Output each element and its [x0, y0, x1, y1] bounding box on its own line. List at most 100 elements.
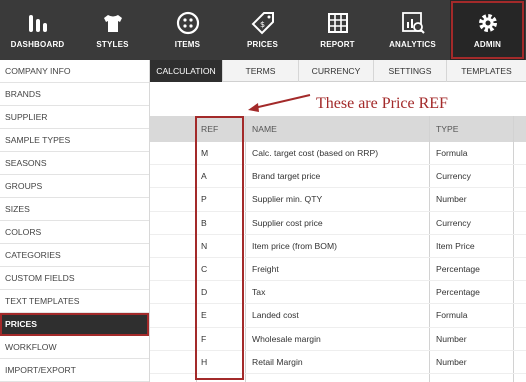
row-type: Number	[429, 188, 513, 211]
table-header: REF NAME TYPE	[150, 116, 526, 142]
tab-terms[interactable]: TERMS	[223, 60, 299, 82]
row-spacer	[150, 351, 196, 373]
table-row[interactable]: F Wholesale margin Number	[150, 327, 526, 351]
table-row[interactable]: N Item price (from BOM) Item Price	[150, 234, 526, 258]
tab-currency[interactable]: CURRENCY	[299, 60, 374, 82]
tab-templates[interactable]: TEMPLATES	[447, 60, 526, 82]
row-extra	[513, 142, 526, 165]
row-spacer	[150, 281, 196, 303]
nav-label: REPORT	[320, 40, 355, 49]
row-name: Item price (from BOM)	[245, 234, 429, 257]
row-spacer	[150, 304, 196, 326]
sidebar-item-categories[interactable]: CATEGORIES	[0, 244, 149, 267]
row-extra	[513, 234, 526, 257]
gear-icon	[478, 14, 497, 32]
bar-chart-icon	[28, 15, 47, 32]
tab-settings[interactable]: SETTINGS	[374, 60, 447, 82]
row-name: Tax	[245, 281, 429, 304]
row-extra	[513, 211, 526, 234]
nav-label: ITEMS	[174, 40, 201, 49]
nav-items[interactable]: ITEMS	[150, 0, 225, 60]
table-body: M Calc. target cost (based on RRP) Formula…	[150, 142, 526, 382]
sidebar-item-colors[interactable]: COLORS	[0, 221, 149, 244]
row-spacer	[150, 142, 196, 164]
row-spacer	[150, 235, 196, 257]
row-type: Percentage	[429, 281, 513, 304]
table-row[interactable]: P Supplier min. QTY Number	[150, 188, 526, 212]
row-spacer	[150, 165, 196, 187]
sidebar-item-seasons[interactable]: SEASONS	[0, 152, 149, 175]
table-row[interactable]: E Landed cost Formula	[150, 304, 526, 328]
nav-label: STYLES	[96, 40, 129, 49]
sidebar-item-company-info[interactable]: COMPANY INFO	[0, 60, 149, 83]
row-ref: G	[196, 373, 245, 382]
row-extra	[513, 188, 526, 211]
row-type: Number	[429, 327, 513, 350]
row-spacer	[150, 212, 196, 234]
nav-analytics[interactable]: ANALYTICS	[375, 0, 450, 60]
row-name: Calc. retail sale price	[245, 373, 429, 382]
price-tag-icon: $	[251, 12, 274, 35]
row-extra	[513, 257, 526, 281]
row-spacer	[150, 328, 196, 350]
row-name: Supplier cost price	[245, 211, 429, 234]
table-row[interactable]: H Retail Margin Number	[150, 350, 526, 374]
sidebar-item-workflow[interactable]: WORKFLOW	[0, 336, 149, 359]
nav-label: DASHBOARD	[10, 40, 65, 49]
sidebar-item-groups[interactable]: GROUPS	[0, 175, 149, 198]
button-icon	[176, 11, 199, 35]
row-spacer	[150, 258, 196, 280]
row-ref: C	[196, 257, 245, 281]
sidebar-item-import-export[interactable]: IMPORT/EXPORT	[0, 359, 149, 382]
table-row[interactable]: GCalc. retail sale priceFormula	[150, 373, 526, 382]
analytics-icon	[401, 12, 425, 34]
nav-prices[interactable]: $ PRICES	[225, 0, 300, 60]
row-extra	[513, 281, 526, 304]
table-row[interactable]: D Tax Percentage	[150, 281, 526, 305]
sidebar-item-sample-types[interactable]: SAMPLE TYPES	[0, 129, 149, 152]
row-ref: B	[196, 211, 245, 234]
row-name: Retail Margin	[245, 350, 429, 373]
sidebar-item-custom-fields[interactable]: CUSTOM FIELDS	[0, 267, 149, 290]
table-row[interactable]: M Calc. target cost (based on RRP) Formula	[150, 142, 526, 166]
table-row[interactable]: C Freight Percentage	[150, 257, 526, 282]
row-name: Calc. target cost (based on RRP)	[245, 142, 429, 165]
row-extra	[513, 304, 526, 327]
annotation-text: These are Price REF	[316, 95, 448, 112]
sidebar-item-supplier[interactable]: SUPPLIER	[0, 106, 149, 129]
row-name: Wholesale margin	[245, 327, 429, 350]
nav-styles[interactable]: STYLES	[75, 0, 150, 60]
table-icon	[327, 13, 348, 33]
row-type: Formula	[429, 304, 513, 327]
tab-calculation[interactable]: CALCULATION	[150, 60, 223, 82]
row-name: Landed cost	[245, 304, 429, 327]
row-ref: P	[196, 188, 245, 211]
row-spacer	[150, 374, 196, 382]
table-row[interactable]: B Supplier cost price Currency	[150, 211, 526, 235]
sidebar-item-brands[interactable]: BRANDS	[0, 83, 149, 106]
row-extra	[513, 327, 526, 350]
row-type: Percentage	[429, 257, 513, 281]
nav-dashboard[interactable]: DASHBOARD	[0, 0, 75, 60]
row-ref: N	[196, 234, 245, 257]
row-name: Freight	[245, 257, 429, 281]
nav-admin[interactable]: ADMIN	[450, 0, 525, 60]
row-ref: E	[196, 304, 245, 327]
header-name[interactable]: NAME	[245, 116, 429, 142]
header-type[interactable]: TYPE	[429, 116, 513, 142]
row-ref: F	[196, 327, 245, 350]
row-name: Brand target price	[245, 165, 429, 188]
sidebar-item-prices[interactable]: PRICES	[0, 313, 149, 336]
table-row[interactable]: A Brand target price Currency	[150, 165, 526, 189]
row-type: Formula	[429, 373, 513, 382]
row-type: Item Price	[429, 234, 513, 257]
row-extra	[513, 165, 526, 188]
row-spacer	[150, 188, 196, 210]
header-blank	[150, 116, 196, 142]
row-type: Currency	[429, 211, 513, 234]
header-ref[interactable]: REF	[196, 116, 245, 142]
nav-report[interactable]: REPORT	[300, 0, 375, 60]
admin-sidebar: COMPANY INFO BRANDS SUPPLIER SAMPLE TYPE…	[0, 60, 150, 382]
sidebar-item-sizes[interactable]: SIZES	[0, 198, 149, 221]
sidebar-item-text-templates[interactable]: TEXT TEMPLATES	[0, 290, 149, 313]
